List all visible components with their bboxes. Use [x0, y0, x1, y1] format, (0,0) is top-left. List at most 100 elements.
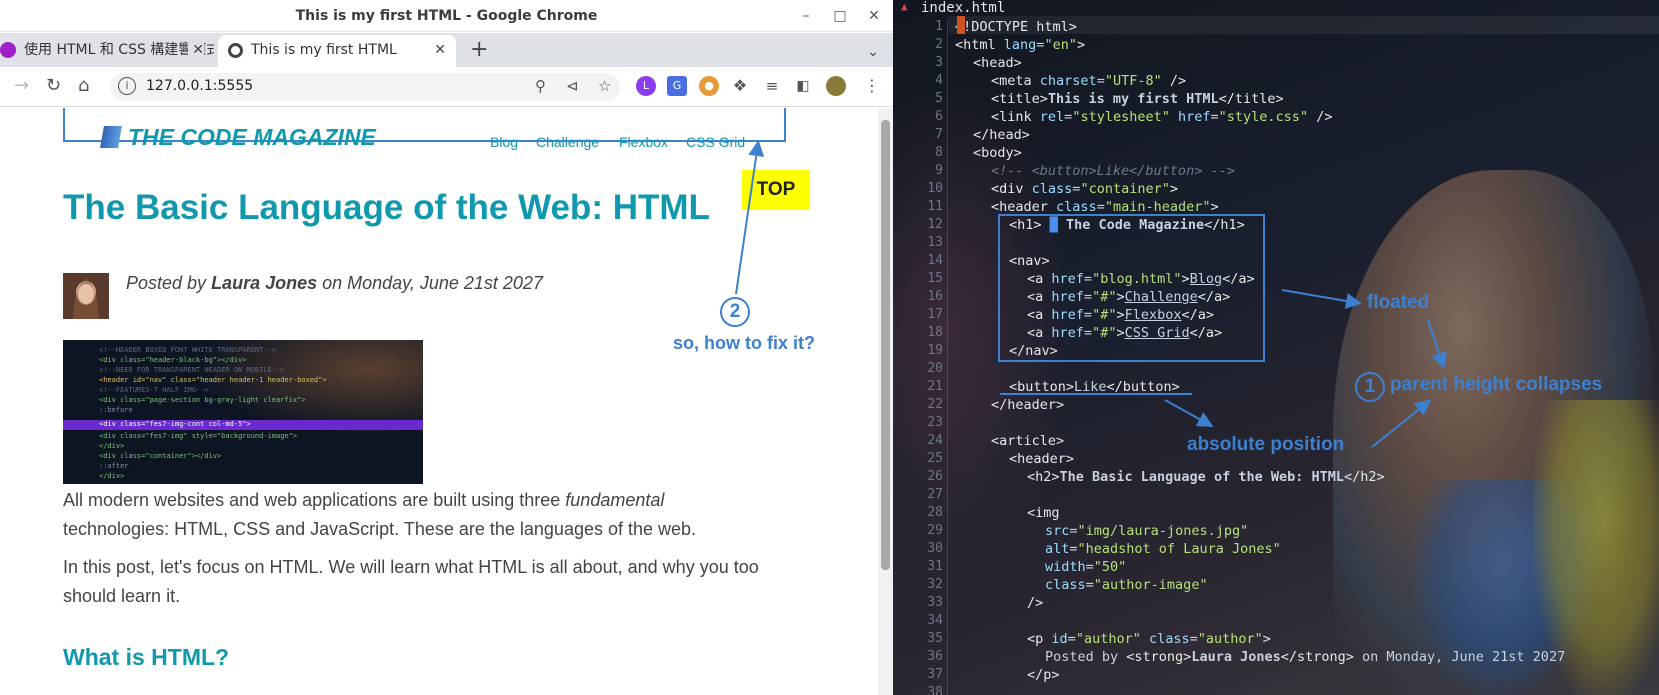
byline-prefix: Posted by	[126, 273, 212, 293]
text-cursor	[957, 16, 965, 34]
line-number: 4	[935, 73, 943, 88]
logo-text: THE CODE MAGAZINE	[128, 124, 376, 150]
line-number: 7	[935, 127, 943, 142]
para1-text: All modern websites and web applications…	[63, 490, 566, 510]
share-icon[interactable]: ⊲	[566, 77, 579, 95]
code-line: <link rel="stylesheet" href="style.css" …	[991, 109, 1333, 125]
gutter-divider	[947, 18, 948, 695]
editor-file-tab[interactable]: ▲ index.html	[893, 0, 1659, 16]
line-number: 24	[927, 433, 943, 448]
code-line: src="img/laura-jones.jpg"	[1045, 523, 1249, 539]
home-icon[interactable]: ⌂	[78, 75, 89, 97]
line-number: 34	[927, 613, 943, 628]
extension-icon[interactable]: L	[636, 76, 656, 96]
line-number: 33	[927, 595, 943, 610]
line-number: 5	[935, 91, 943, 106]
second-paragraph: In this post, let's focus on HTML. We wi…	[63, 557, 759, 606]
translate-extension-icon[interactable]: G	[667, 76, 687, 96]
line-number: 35	[927, 631, 943, 646]
bookmark-star-icon[interactable]: ☆	[598, 77, 611, 95]
tab-strip: 使用 HTML 和 CSS 構建響應式 ✕ This is my first H…	[0, 33, 893, 67]
code-line: <meta charset="UTF-8" />	[991, 73, 1187, 89]
line-number: 12	[927, 217, 943, 232]
post-image: <!--HEADER BOXED FONT WHITE TRANSPARENT-…	[63, 340, 423, 484]
nav-link-challenge[interactable]: Challenge	[536, 134, 599, 150]
reload-icon[interactable]: ↻	[46, 75, 61, 97]
annotation-number-1: 1	[1355, 372, 1385, 402]
line-number: 17	[927, 307, 943, 322]
tab-active[interactable]: This is my first HTML ✕	[218, 35, 456, 67]
annotation-number-2: 2	[720, 297, 750, 327]
tab-close-icon[interactable]: ✕	[434, 35, 446, 65]
para1-text-end: technologies: HTML, CSS and JavaScript. …	[63, 519, 697, 539]
header-content-box	[998, 214, 1265, 362]
code-line: <h2>The Basic Language of the Web: HTML<…	[1027, 469, 1385, 485]
top-button[interactable]: TOP	[742, 170, 810, 210]
address-bar[interactable]: i 127.0.0.1:5555 ⚲ ⊲ ☆	[110, 73, 620, 101]
article-title: The Basic Language of the Web: HTML	[63, 188, 710, 227]
site-logo[interactable]: THE CODE MAGAZINE	[100, 124, 376, 151]
line-number: 16	[927, 289, 943, 304]
line-number: 18	[927, 325, 943, 340]
forward-icon[interactable]: →	[14, 75, 29, 97]
line-number: 22	[927, 397, 943, 412]
line-number: 1	[935, 19, 943, 34]
code-line: />	[1027, 595, 1044, 611]
tab-label: This is my first HTML	[251, 42, 397, 58]
book-icon	[100, 126, 122, 148]
annotation-fix: so, how to fix it?	[673, 333, 815, 353]
tab-label: 使用 HTML 和 CSS 構建響應式	[24, 42, 214, 58]
byline-date: on Monday, June 21st 2027	[317, 273, 543, 293]
vertical-scrollbar[interactable]	[878, 108, 893, 695]
nav-link-css-grid[interactable]: CSS Grid	[686, 134, 745, 150]
code-line: <img	[1027, 505, 1060, 521]
line-number: 30	[927, 541, 943, 556]
code-line: <header>	[1009, 451, 1075, 467]
code-line: <!DOCTYPE html>	[955, 19, 1077, 35]
cookie-extension-icon[interactable]: ●	[699, 76, 719, 96]
line-number: 3	[935, 55, 943, 70]
close-window-icon[interactable]: ✕	[863, 6, 885, 26]
tab-close-icon[interactable]: ✕	[188, 35, 204, 65]
side-panel-icon[interactable]: ◧	[793, 76, 813, 96]
line-number: 6	[935, 109, 943, 124]
annotation-absolute: absolute position	[1187, 434, 1345, 455]
line-number: 21	[927, 379, 943, 394]
chrome-menu-icon[interactable]: ⋮	[862, 76, 882, 96]
new-tab-icon[interactable]: +	[470, 35, 488, 65]
line-number: 29	[927, 523, 943, 538]
nav-link-blog[interactable]: Blog	[490, 134, 518, 150]
section-heading: What is HTML?	[63, 644, 230, 670]
line-number: 37	[927, 667, 943, 682]
code-line: <article>	[991, 433, 1065, 449]
annotation-collapse: parent height collapses	[1390, 374, 1603, 395]
code-line: <head>	[973, 55, 1022, 71]
profile-avatar[interactable]	[826, 76, 846, 96]
code-line: </p>	[1027, 667, 1060, 683]
line-number: 23	[927, 415, 943, 430]
window-title: This is my first HTML - Google Chrome	[295, 8, 598, 24]
line-number: 26	[927, 469, 943, 484]
code-line: </head>	[973, 127, 1030, 143]
scroll-thumb[interactable]	[881, 120, 890, 570]
reading-list-icon[interactable]: ≡	[762, 76, 782, 96]
line-number: 15	[927, 271, 943, 286]
line-number: 31	[927, 559, 943, 574]
code-line: alt="headshot of Laura Jones"	[1045, 541, 1281, 557]
title-bar: This is my first HTML - Google Chrome – …	[0, 0, 893, 32]
minimize-icon[interactable]: –	[795, 6, 817, 26]
tab-inactive[interactable]: 使用 HTML 和 CSS 構建響應式 ✕	[0, 35, 214, 67]
line-number: 8	[935, 145, 943, 160]
html-file-icon: ▲	[901, 0, 908, 13]
tab-search-chevron-icon[interactable]: ⌄	[867, 37, 879, 67]
code-line: <title>This is my first HTML</title>	[991, 91, 1284, 107]
page-viewport: THE CODE MAGAZINE Blog Challenge Flexbox…	[0, 108, 878, 695]
zoom-icon[interactable]: ⚲	[535, 77, 546, 95]
nav-link-flexbox[interactable]: Flexbox	[619, 134, 668, 150]
para1-emphasis: fundamental	[565, 490, 665, 510]
maximize-icon[interactable]: □	[829, 6, 851, 26]
line-number: 2	[935, 37, 943, 52]
tab-favicon-icon	[0, 42, 16, 58]
extensions-puzzle-icon[interactable]: ❖	[730, 76, 750, 96]
site-info-icon[interactable]: i	[118, 77, 136, 95]
